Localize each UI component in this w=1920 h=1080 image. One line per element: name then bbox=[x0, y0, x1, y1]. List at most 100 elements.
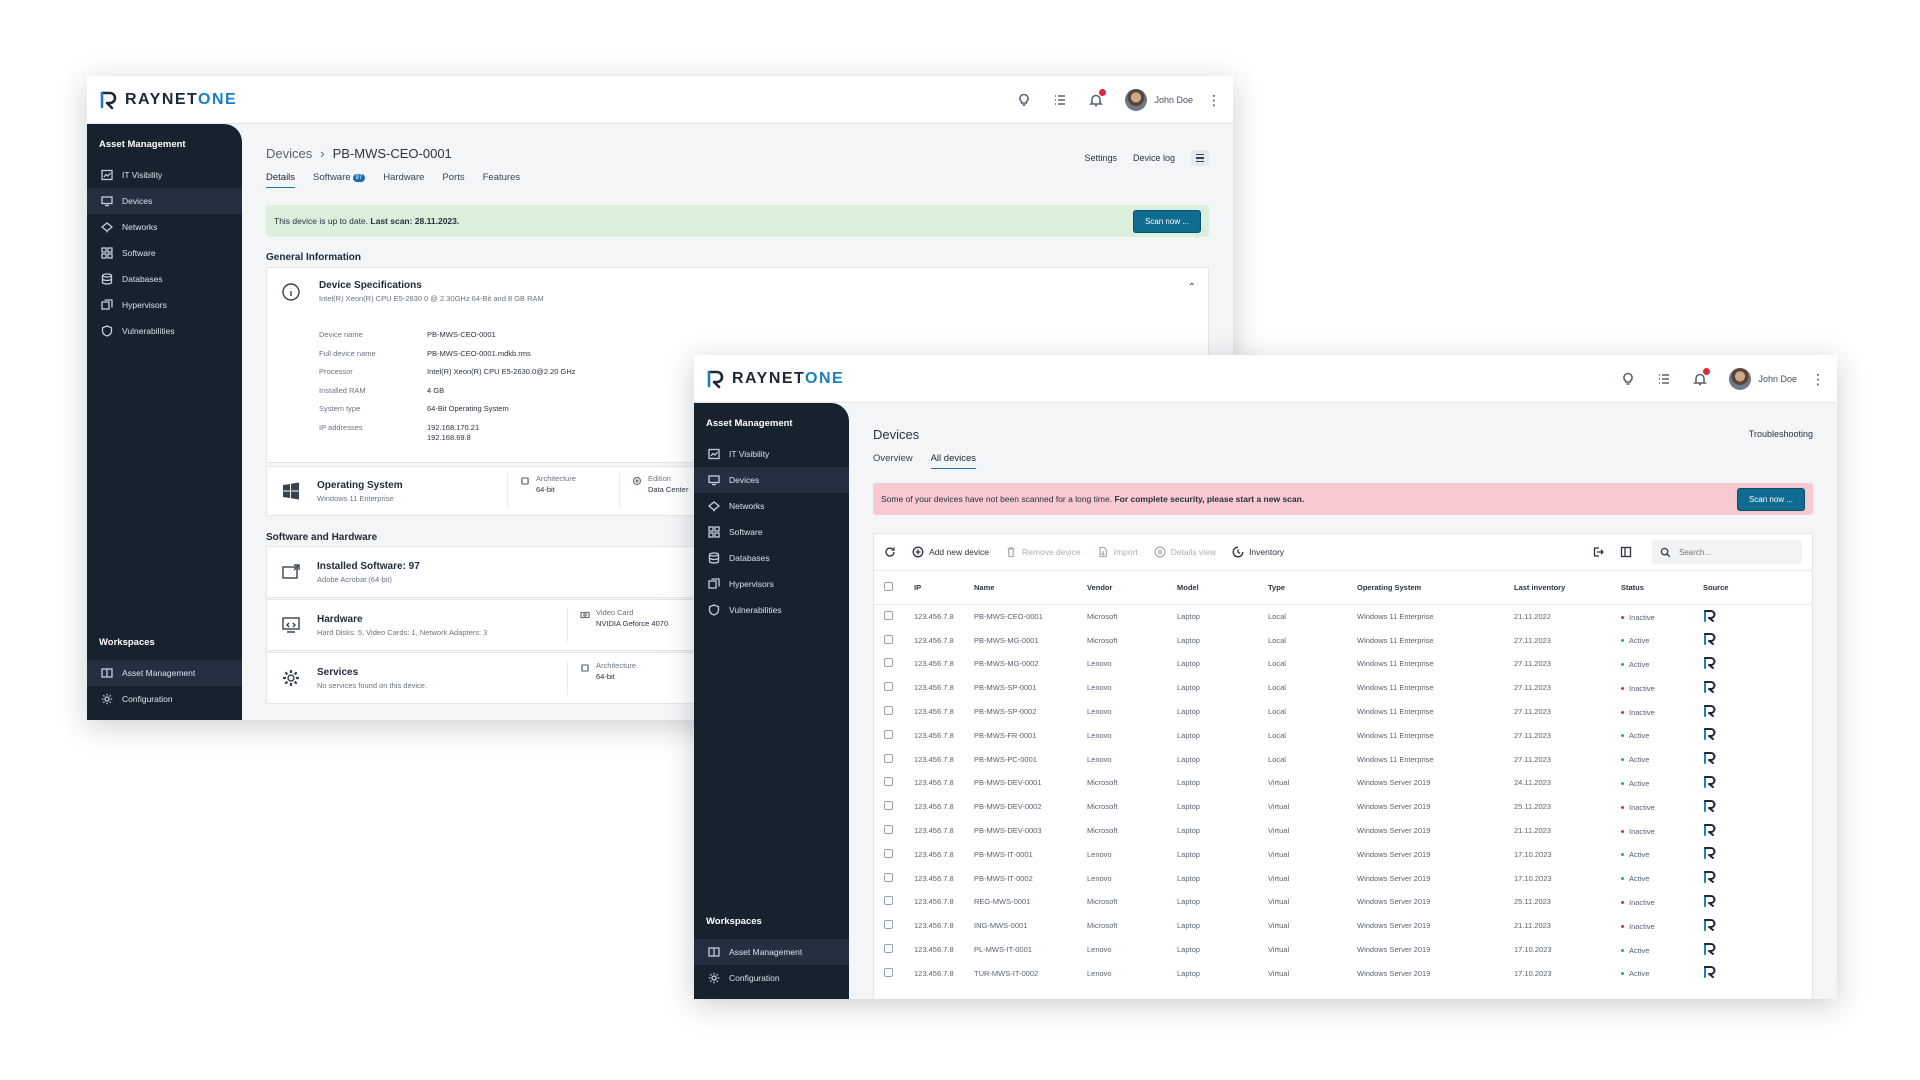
column-header[interactable]: IP bbox=[912, 570, 972, 605]
add-device-button[interactable]: Add new device bbox=[912, 546, 989, 558]
row-checkbox[interactable] bbox=[884, 967, 893, 977]
lightbulb-icon[interactable] bbox=[1617, 368, 1639, 390]
lightbulb-icon[interactable] bbox=[1013, 89, 1035, 111]
tab-details[interactable]: Details bbox=[266, 172, 296, 188]
bell-icon[interactable] bbox=[1085, 89, 1107, 111]
tab-all-devices[interactable]: All devices bbox=[930, 453, 977, 469]
menu-icon[interactable] bbox=[1191, 150, 1209, 166]
tab-overview[interactable]: Overview bbox=[873, 453, 913, 469]
workspace-asset-management[interactable]: Asset Management bbox=[694, 939, 849, 965]
column-header[interactable]: Type bbox=[1266, 570, 1355, 605]
column-header[interactable]: Model bbox=[1175, 570, 1266, 605]
select-all-checkbox[interactable] bbox=[884, 582, 893, 591]
details-view-button[interactable]: Details view bbox=[1154, 546, 1216, 558]
troubleshooting-link[interactable]: Troubleshooting bbox=[1749, 429, 1813, 439]
sidebar-item-hypervisors[interactable]: Hypervisors bbox=[694, 571, 849, 597]
sidebar-item-vulnerabilities[interactable]: Vulnerabilities bbox=[87, 318, 242, 344]
column-header[interactable]: Vendor bbox=[1085, 570, 1175, 605]
sidebar-item-software[interactable]: Software bbox=[694, 519, 849, 545]
select-all-checkbox-cell[interactable] bbox=[874, 570, 912, 605]
row-checkbox-cell[interactable] bbox=[874, 914, 912, 938]
table-row[interactable]: 123.456.7.8 PB-MWS-IT-0002 Lenovo Laptop Vir… bbox=[874, 866, 1812, 890]
table-row[interactable]: 123.456.7.8 PB-MWS-MG-0001 Microsoft Laptop… bbox=[874, 628, 1812, 652]
row-checkbox-cell[interactable] bbox=[874, 605, 912, 629]
columns-icon[interactable] bbox=[1620, 546, 1632, 558]
row-checkbox[interactable] bbox=[884, 920, 893, 930]
sidebar-item-databases[interactable]: Databases bbox=[694, 545, 849, 571]
row-checkbox[interactable] bbox=[884, 848, 893, 858]
workspace-asset-management[interactable]: Asset Management bbox=[87, 660, 242, 686]
row-checkbox[interactable] bbox=[884, 777, 893, 787]
tab-features[interactable]: Features bbox=[483, 172, 521, 188]
raynetone-logo[interactable]: RAYNETONE bbox=[706, 369, 844, 389]
bell-icon[interactable] bbox=[1689, 368, 1711, 390]
inventory-button[interactable]: Inventory bbox=[1232, 546, 1284, 558]
list-icon[interactable] bbox=[1049, 89, 1071, 111]
row-checkbox-cell[interactable] bbox=[874, 961, 912, 985]
settings-link[interactable]: Settings bbox=[1084, 153, 1117, 163]
export-icon[interactable] bbox=[1592, 546, 1604, 558]
row-checkbox[interactable] bbox=[884, 872, 893, 882]
table-row[interactable]: 123.456.7.8 REG-MWS-0001 Microsoft Laptop Vi… bbox=[874, 890, 1812, 914]
user-menu[interactable]: John Doe bbox=[1729, 368, 1797, 390]
row-checkbox-cell[interactable] bbox=[874, 819, 912, 843]
scan-now-button[interactable]: Scan now ... bbox=[1736, 487, 1805, 511]
table-row[interactable]: 123.456.7.8 PB-MWS-DEV-0001 Microsoft Lapto… bbox=[874, 771, 1812, 795]
row-checkbox-cell[interactable] bbox=[874, 700, 912, 724]
row-checkbox[interactable] bbox=[884, 634, 893, 644]
row-checkbox-cell[interactable] bbox=[874, 628, 912, 652]
row-checkbox[interactable] bbox=[884, 658, 893, 668]
refresh-icon[interactable] bbox=[884, 546, 896, 558]
table-row[interactable]: 123.456.7.8 TUR-MWS-IT-0002 Lenovo Laptop Vi… bbox=[874, 961, 1812, 985]
device-log-link[interactable]: Device log bbox=[1133, 153, 1175, 163]
row-checkbox-cell[interactable] bbox=[874, 771, 912, 795]
list-icon[interactable] bbox=[1653, 368, 1675, 390]
row-checkbox-cell[interactable] bbox=[874, 795, 912, 819]
table-row[interactable]: 123.456.7.8 PB-MWS-IT-0001 Lenovo Laptop Vir… bbox=[874, 842, 1812, 866]
row-checkbox[interactable] bbox=[884, 611, 893, 621]
sidebar-item-devices[interactable]: Devices bbox=[87, 188, 242, 214]
sidebar-item-it-visibility[interactable]: IT Visibility bbox=[694, 441, 849, 467]
sidebar-item-databases[interactable]: Databases bbox=[87, 266, 242, 292]
row-checkbox-cell[interactable] bbox=[874, 676, 912, 700]
column-header[interactable]: Operating System bbox=[1355, 570, 1512, 605]
sidebar-item-devices[interactable]: Devices bbox=[694, 467, 849, 493]
row-checkbox[interactable] bbox=[884, 706, 893, 716]
table-row[interactable]: 123.456.7.8 PB-MWS-SP-0001 Lenovo Laptop Loc… bbox=[874, 676, 1812, 700]
table-row[interactable]: 123.456.7.8 PB-MWS-DEV-0002 Microsoft Lapto… bbox=[874, 795, 1812, 819]
row-checkbox[interactable] bbox=[884, 753, 893, 763]
table-row[interactable]: 123.456.7.8 PB-MWS-PC-0001 Lenovo Laptop Loc… bbox=[874, 747, 1812, 771]
table-row[interactable]: 123.456.7.8 PL-MWS-IT-0001 Lenovo Laptop Vir… bbox=[874, 938, 1812, 962]
chevron-up-icon[interactable]: ⌃ bbox=[1188, 282, 1196, 293]
search-box[interactable] bbox=[1652, 540, 1802, 564]
search-input[interactable] bbox=[1679, 547, 1789, 557]
row-checkbox-cell[interactable] bbox=[874, 890, 912, 914]
row-checkbox[interactable] bbox=[884, 944, 893, 954]
row-checkbox-cell[interactable] bbox=[874, 723, 912, 747]
row-checkbox-cell[interactable] bbox=[874, 938, 912, 962]
column-header[interactable]: Last inventory bbox=[1512, 570, 1619, 605]
sidebar-item-networks[interactable]: Networks bbox=[87, 214, 242, 240]
user-menu[interactable]: John Doe bbox=[1125, 89, 1193, 111]
row-checkbox[interactable] bbox=[884, 729, 893, 739]
column-header[interactable]: Status bbox=[1619, 570, 1701, 605]
table-row[interactable]: 123.456.7.8 ING-MWS-0001 Microsoft Laptop Vi… bbox=[874, 914, 1812, 938]
scan-now-button[interactable]: Scan now ... bbox=[1132, 209, 1201, 233]
column-header[interactable]: Name bbox=[972, 570, 1085, 605]
more-vertical-icon[interactable]: ⋮ bbox=[1811, 372, 1825, 386]
row-checkbox-cell[interactable] bbox=[874, 842, 912, 866]
table-row[interactable]: 123.456.7.8 PB-MWS-SP-0002 Lenovo Laptop Loc… bbox=[874, 700, 1812, 724]
table-row[interactable]: 123.456.7.8 PB-MWS-DEV-0003 Microsoft Lapto… bbox=[874, 819, 1812, 843]
row-checkbox-cell[interactable] bbox=[874, 652, 912, 676]
sidebar-item-software[interactable]: Software bbox=[87, 240, 242, 266]
import-button[interactable]: Import bbox=[1097, 546, 1138, 558]
table-row[interactable]: 123.456.7.8 PB-MWS-MG-0002 Lenovo Laptop Loc… bbox=[874, 652, 1812, 676]
row-checkbox[interactable] bbox=[884, 801, 893, 811]
raynetone-logo[interactable]: RAYNETONE bbox=[99, 90, 237, 110]
tab-ports[interactable]: Ports bbox=[442, 172, 464, 188]
row-checkbox[interactable] bbox=[884, 682, 893, 692]
table-row[interactable]: 123.456.7.8 PB-MWS-FR-0001 Lenovo Laptop Loc… bbox=[874, 723, 1812, 747]
row-checkbox[interactable] bbox=[884, 896, 893, 906]
tab-software[interactable]: Software 97 bbox=[313, 172, 366, 188]
column-header[interactable]: Source bbox=[1701, 570, 1812, 605]
